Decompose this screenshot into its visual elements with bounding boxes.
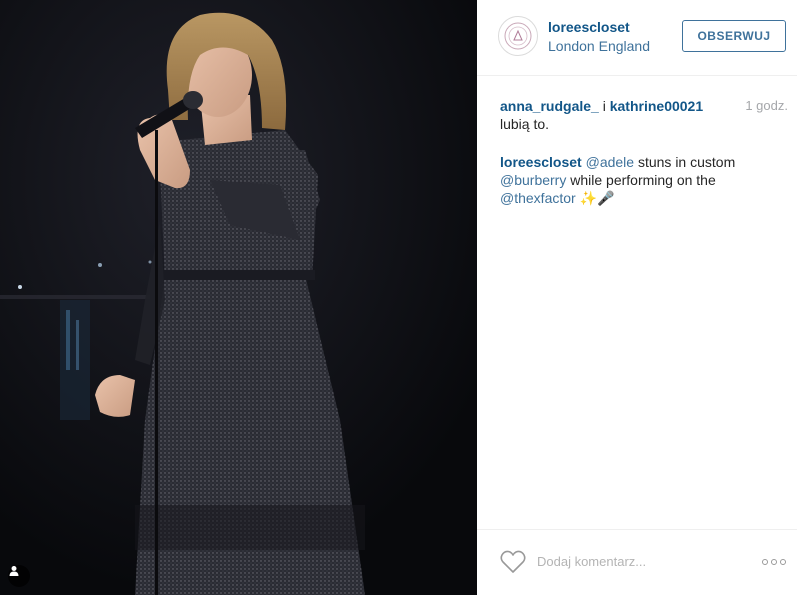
like-user-1[interactable]: anna_rudgale_ xyxy=(500,98,599,114)
likes-summary: anna_rudgale_ i kathrine00021 lubią to. … xyxy=(500,97,788,133)
caption-mention-burberry[interactable]: @burberry xyxy=(500,172,566,188)
heart-icon[interactable] xyxy=(500,550,526,579)
comment-input[interactable]: Dodaj komentarz... xyxy=(537,554,727,569)
caption-mention-adele[interactable]: @adele xyxy=(586,154,634,170)
post-location[interactable]: London England xyxy=(548,38,650,54)
performer-illustration xyxy=(0,0,477,595)
post-side-panel: loreescloset London England OBSERWUJ ann… xyxy=(477,0,797,595)
post-caption: loreescloset @adele stuns in custom @bur… xyxy=(500,153,770,207)
post-timestamp[interactable]: 1 godz. xyxy=(745,97,788,115)
more-options-icon[interactable] xyxy=(762,559,786,565)
likes-connector: i xyxy=(602,98,606,114)
caption-owner[interactable]: loreescloset xyxy=(500,154,582,170)
caption-emoji: ✨🎤 xyxy=(579,190,615,206)
post-username[interactable]: loreescloset xyxy=(548,19,630,35)
profile-avatar-icon[interactable] xyxy=(498,16,538,56)
follow-button[interactable]: OBSERWUJ xyxy=(682,20,786,52)
likes-suffix: lubią to. xyxy=(500,116,550,132)
post-header: loreescloset London England OBSERWUJ xyxy=(477,0,797,76)
post-photo[interactable] xyxy=(0,0,477,595)
caption-mention-thexfactor[interactable]: @thexfactor xyxy=(500,190,576,206)
post-footer: Dodaj komentarz... xyxy=(477,529,797,596)
caption-text-2: while performing on the xyxy=(570,172,716,188)
like-user-2[interactable]: kathrine00021 xyxy=(610,98,703,114)
user-tag-icon[interactable] xyxy=(8,565,30,587)
caption-text-1: stuns in custom xyxy=(637,154,736,170)
